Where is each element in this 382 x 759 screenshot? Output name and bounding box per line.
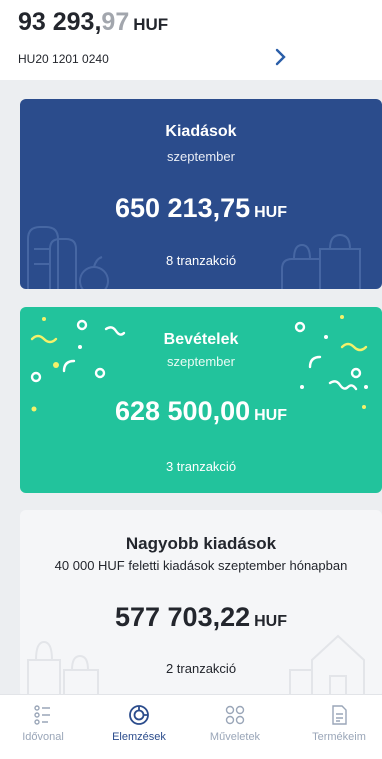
tab-label: Termékeim (312, 731, 366, 743)
tab-analytics[interactable]: Elemzések (96, 695, 182, 759)
tab-label: Elemzések (112, 731, 166, 743)
large-expenses-subtitle: 40 000 HUF feletti kiadások szeptember h… (54, 558, 348, 573)
tab-label: Műveletek (209, 731, 261, 743)
large-expenses-currency: HUF (254, 613, 288, 630)
large-expenses-amount: 577 703,22 HUF (20, 602, 382, 633)
tab-products[interactable]: Termékeim (296, 695, 382, 759)
expenses-amount-value: 650 213,75 (114, 193, 251, 223)
income-amount: 628 500,00 HUF (20, 396, 382, 427)
expenses-currency: HUF (254, 204, 288, 221)
large-expenses-title: Nagyobb kiadások (125, 534, 277, 553)
income-amount-value: 628 500,00 (114, 396, 251, 426)
chevron-right-icon[interactable] (274, 48, 286, 72)
expenses-period: szeptember (167, 149, 235, 164)
tab-label: Idővonal (22, 731, 64, 743)
balance-decimals: 97 (101, 8, 130, 36)
account-summary[interactable]: 93 293,97 HUF HU20 1201 0240 (0, 0, 382, 80)
account-number: HU20 1201 0240 (18, 52, 109, 66)
analytics-icon (96, 703, 182, 727)
balance-integer: 93 293, (18, 8, 102, 36)
income-count: 3 tranzakció (165, 459, 237, 474)
balance-currency: HUF (133, 15, 169, 34)
account-balance: 93 293,97 HUF (18, 8, 168, 37)
large-expenses-amount-value: 577 703,22 (114, 602, 251, 632)
large-expenses-card[interactable]: Nagyobb kiadások 40 000 HUF feletti kiad… (20, 510, 382, 698)
income-currency: HUF (254, 407, 288, 424)
expenses-title: Kiadások (165, 123, 237, 140)
bottom-tab-bar: Idővonal Elemzések Műveletek Termékeim (0, 694, 382, 759)
tab-operations[interactable]: Műveletek (192, 695, 278, 759)
operations-icon (192, 703, 278, 727)
income-title: Bevételek (163, 331, 239, 348)
income-card[interactable]: Bevételek szeptember 628 500,00 HUF 3 tra… (20, 307, 382, 493)
expenses-count: 8 tranzakció (165, 253, 237, 268)
income-period: szeptember (167, 354, 235, 369)
expenses-amount: 650 213,75 HUF (20, 193, 382, 224)
timeline-icon (0, 703, 86, 727)
tab-timeline[interactable]: Idővonal (0, 695, 86, 759)
large-expenses-count: 2 tranzakció (165, 661, 237, 676)
products-icon (296, 703, 382, 727)
expenses-card[interactable]: Kiadások szeptember 650 213,75 HUF 8 tran… (20, 99, 382, 289)
